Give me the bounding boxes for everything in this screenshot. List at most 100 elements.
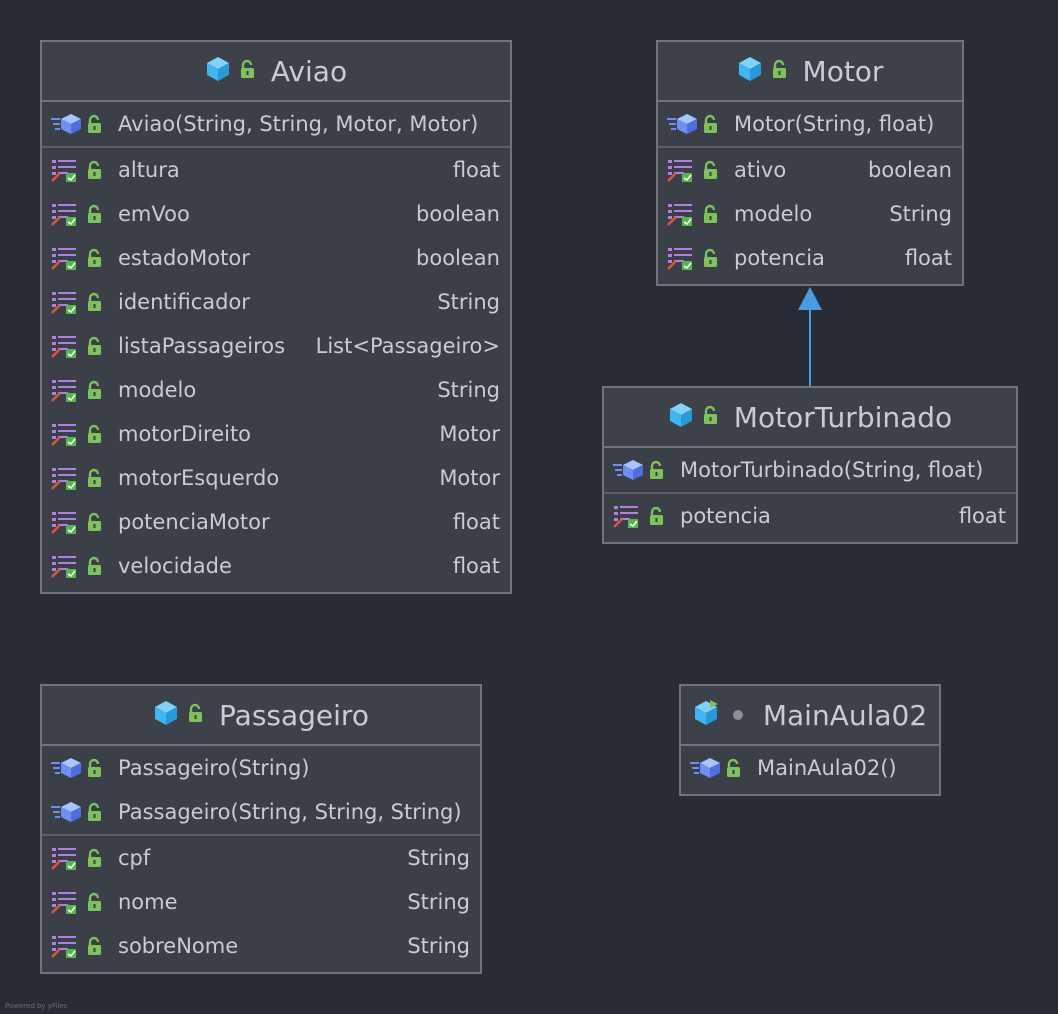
field-icon	[666, 201, 700, 227]
constructor-row[interactable]: MotorTurbinado(String, float)	[604, 448, 1016, 492]
runnable-class-icon	[693, 699, 719, 731]
public-lock-icon	[84, 333, 106, 359]
constructor-row[interactable]: MainAula02()	[681, 746, 939, 790]
constructor-row[interactable]: Aviao(String, String, Motor, Motor)	[42, 102, 510, 146]
field-type: Motor	[439, 466, 500, 490]
constructors-section: MotorTurbinado(String, float)	[604, 448, 1016, 494]
field-icon	[666, 245, 700, 271]
field-type: Motor	[439, 422, 500, 446]
field-type: float	[904, 246, 952, 270]
public-lock-icon	[700, 245, 722, 271]
constructors-section: Aviao(String, String, Motor, Motor)	[42, 102, 510, 148]
field-type: boolean	[416, 202, 500, 226]
public-lock-icon	[84, 289, 106, 315]
class-cube-icon	[668, 401, 694, 433]
field-type: String	[437, 378, 500, 402]
constructor-signature: MotorTurbinado(String, float)	[680, 458, 984, 482]
field-row[interactable]: modelo String	[42, 368, 510, 412]
constructor-row[interactable]: Passageiro(String, String, String)	[42, 790, 480, 834]
public-lock-icon	[771, 59, 789, 83]
class-title: MotorTurbinado	[733, 400, 953, 434]
field-icon	[50, 465, 84, 491]
field-name: motorDireito	[118, 422, 252, 446]
public-lock-icon	[84, 845, 106, 871]
fields-section: cpf String nome String sobreNome String	[42, 836, 480, 968]
field-type: boolean	[416, 246, 500, 270]
constructors-section: Motor(String, float)	[658, 102, 962, 148]
public-lock-icon	[646, 503, 668, 529]
field-row[interactable]: estadoMotor boolean	[42, 236, 510, 280]
public-lock-icon	[239, 59, 257, 83]
field-name: potencia	[734, 246, 825, 270]
field-icon	[50, 289, 84, 315]
public-lock-icon	[84, 933, 106, 959]
field-name: ativo	[734, 158, 787, 182]
field-name: modelo	[734, 202, 813, 226]
public-lock-icon	[84, 111, 106, 137]
public-lock-icon	[700, 157, 722, 183]
field-row[interactable]: motorEsquerdo Motor	[42, 456, 510, 500]
field-icon	[50, 157, 84, 183]
field-icon	[50, 553, 84, 579]
field-name: modelo	[118, 378, 197, 402]
field-row[interactable]: emVoo boolean	[42, 192, 510, 236]
field-row[interactable]: cpf String	[42, 836, 480, 880]
public-lock-icon	[84, 201, 106, 227]
field-name: velocidade	[118, 554, 232, 578]
constructor-icon	[50, 111, 84, 137]
field-row[interactable]: velocidade float	[42, 544, 510, 588]
constructor-signature: Passageiro(String, String, String)	[118, 800, 462, 824]
field-icon	[666, 157, 700, 183]
class-box-passageiro[interactable]: Passageiro Passageiro(String) Passageiro(S…	[40, 684, 482, 974]
constructor-icon	[612, 457, 646, 483]
field-row[interactable]: sobreNome String	[42, 924, 480, 968]
class-box-mainaula02[interactable]: MainAula02 MainAula02()	[679, 684, 941, 796]
public-lock-icon	[723, 755, 745, 781]
field-row[interactable]: listaPassageiros List<Passageiro>	[42, 324, 510, 368]
field-row[interactable]: ativo boolean	[658, 148, 962, 192]
field-icon	[50, 201, 84, 227]
field-name: cpf	[118, 846, 151, 870]
field-row[interactable]: identificador String	[42, 280, 510, 324]
field-row[interactable]: modelo String	[658, 192, 962, 236]
constructor-row[interactable]: Motor(String, float)	[658, 102, 962, 146]
public-lock-icon	[84, 509, 106, 535]
package-private-dot-icon	[732, 710, 743, 720]
constructor-signature: Passageiro(String)	[118, 756, 310, 780]
field-row[interactable]: potencia float	[604, 494, 1016, 538]
field-icon	[50, 421, 84, 447]
public-lock-icon	[84, 799, 106, 825]
field-type: String	[437, 290, 500, 314]
field-icon	[612, 503, 646, 529]
class-title: MainAula02	[762, 698, 928, 732]
class-header: Motor	[658, 42, 962, 102]
public-lock-icon	[84, 889, 106, 915]
field-name: emVoo	[118, 202, 190, 226]
constructor-icon	[50, 799, 84, 825]
class-box-motor[interactable]: Motor Motor(String, float) ativo boolean mod…	[656, 40, 964, 286]
class-header: Passageiro	[42, 686, 480, 746]
field-row[interactable]: altura float	[42, 148, 510, 192]
constructor-row[interactable]: Passageiro(String)	[42, 746, 480, 790]
public-lock-icon	[700, 111, 722, 137]
field-name: nome	[118, 890, 178, 914]
constructor-signature: MainAula02()	[757, 756, 897, 780]
public-lock-icon	[187, 703, 205, 727]
field-type: float	[958, 504, 1006, 528]
class-box-motorturbinado[interactable]: MotorTurbinado MotorTurbinado(String, flo…	[602, 386, 1018, 544]
field-type: float	[452, 510, 500, 534]
public-lock-icon	[84, 245, 106, 271]
field-type: String	[407, 890, 470, 914]
constructor-signature: Motor(String, float)	[734, 112, 935, 136]
class-title: Passageiro	[219, 698, 369, 732]
class-header: MainAula02	[681, 686, 939, 746]
constructor-icon	[666, 111, 700, 137]
class-header: Aviao	[42, 42, 510, 102]
class-box-aviao[interactable]: Aviao Aviao(String, String, Motor, Motor)…	[40, 40, 512, 594]
field-row[interactable]: nome String	[42, 880, 480, 924]
field-row[interactable]: potencia float	[658, 236, 962, 280]
field-icon	[50, 845, 84, 871]
field-row[interactable]: potenciaMotor float	[42, 500, 510, 544]
field-row[interactable]: motorDireito Motor	[42, 412, 510, 456]
field-type: List<Passageiro>	[315, 334, 500, 358]
